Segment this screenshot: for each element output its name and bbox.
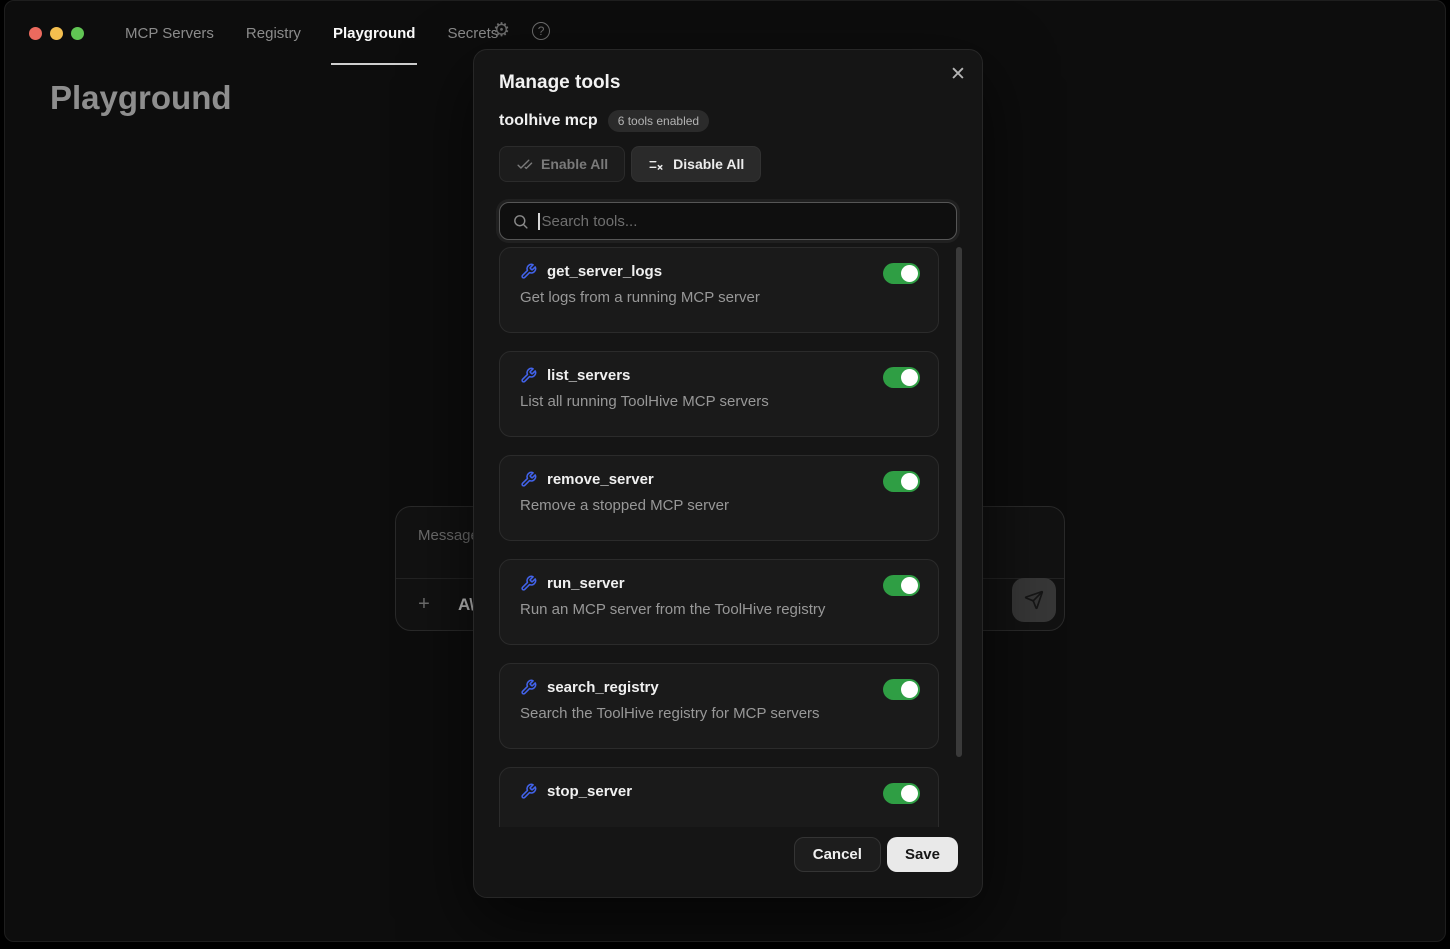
tool-name: remove_server	[547, 471, 654, 488]
anthropic-model-icon[interactable]: A\	[458, 595, 473, 615]
tools-enabled-badge: 6 tools enabled	[608, 110, 709, 132]
wrench-icon	[520, 783, 537, 800]
tool-description: Run an MCP server from the ToolHive regi…	[520, 601, 918, 618]
tool-list: get_server_logs Get logs from a running …	[499, 247, 939, 827]
tool-description: Remove a stopped MCP server	[520, 497, 918, 514]
search-tools-input[interactable]	[542, 213, 945, 230]
wrench-icon	[520, 263, 537, 280]
tool-toggle[interactable]	[883, 263, 920, 284]
tool-card: remove_server Remove a stopped MCP serve…	[499, 455, 939, 541]
close-icon[interactable]: ✕	[948, 65, 968, 85]
app-window: MCP Servers Registry Playground Secrets …	[4, 0, 1446, 942]
tool-card: stop_server	[499, 767, 939, 827]
enable-all-button[interactable]: Enable All	[499, 146, 625, 182]
wrench-icon	[520, 367, 537, 384]
tool-toggle[interactable]	[883, 679, 920, 700]
tool-card: run_server Run an MCP server from the To…	[499, 559, 939, 645]
cancel-button[interactable]: Cancel	[794, 837, 881, 872]
tool-name: search_registry	[547, 679, 659, 696]
minimize-window-button[interactable]	[50, 27, 63, 40]
tool-card: list_servers List all running ToolHive M…	[499, 351, 939, 437]
dialog-title: Manage tools	[499, 72, 957, 94]
double-check-icon	[516, 156, 533, 173]
paper-plane-icon	[1024, 590, 1044, 610]
tool-description: Search the ToolHive registry for MCP ser…	[520, 705, 918, 722]
tool-toggle[interactable]	[883, 575, 920, 596]
search-icon	[512, 213, 529, 230]
save-button[interactable]: Save	[887, 837, 958, 872]
list-x-icon	[648, 156, 665, 173]
main-nav: MCP Servers Registry Playground Secrets	[123, 1, 500, 65]
settings-icon[interactable]: ⚙	[493, 21, 510, 40]
disable-all-button[interactable]: Disable All	[631, 146, 761, 182]
tool-card: search_registry Search the ToolHive regi…	[499, 663, 939, 749]
tool-name: stop_server	[547, 783, 632, 800]
window-controls	[29, 27, 84, 40]
send-button[interactable]	[1012, 578, 1056, 622]
wrench-icon	[520, 679, 537, 696]
nav-item-mcp-servers[interactable]: MCP Servers	[123, 1, 216, 65]
close-window-button[interactable]	[29, 27, 42, 40]
nav-item-registry[interactable]: Registry	[244, 1, 303, 65]
tool-card: get_server_logs Get logs from a running …	[499, 247, 939, 333]
scrollbar-thumb[interactable]	[956, 247, 962, 757]
wrench-icon	[520, 471, 537, 488]
search-tools-field[interactable]	[499, 202, 957, 240]
attach-plus-icon[interactable]: +	[408, 589, 440, 621]
tool-toggle[interactable]	[883, 471, 920, 492]
tool-description: Get logs from a running MCP server	[520, 289, 918, 306]
page-title: Playground	[50, 79, 232, 117]
tool-description: List all running ToolHive MCP servers	[520, 393, 918, 410]
tool-toggle[interactable]	[883, 367, 920, 388]
tool-toggle[interactable]	[883, 783, 920, 804]
maximize-window-button[interactable]	[71, 27, 84, 40]
server-name: toolhive mcp	[499, 112, 598, 130]
help-icon[interactable]: ?	[532, 22, 550, 40]
tool-name: get_server_logs	[547, 263, 662, 280]
text-cursor	[538, 213, 540, 230]
manage-tools-dialog: Manage tools ✕ toolhive mcp 6 tools enab…	[473, 49, 983, 898]
wrench-icon	[520, 575, 537, 592]
tool-name: run_server	[547, 575, 625, 592]
tool-name: list_servers	[547, 367, 630, 384]
nav-item-playground[interactable]: Playground	[331, 1, 418, 65]
